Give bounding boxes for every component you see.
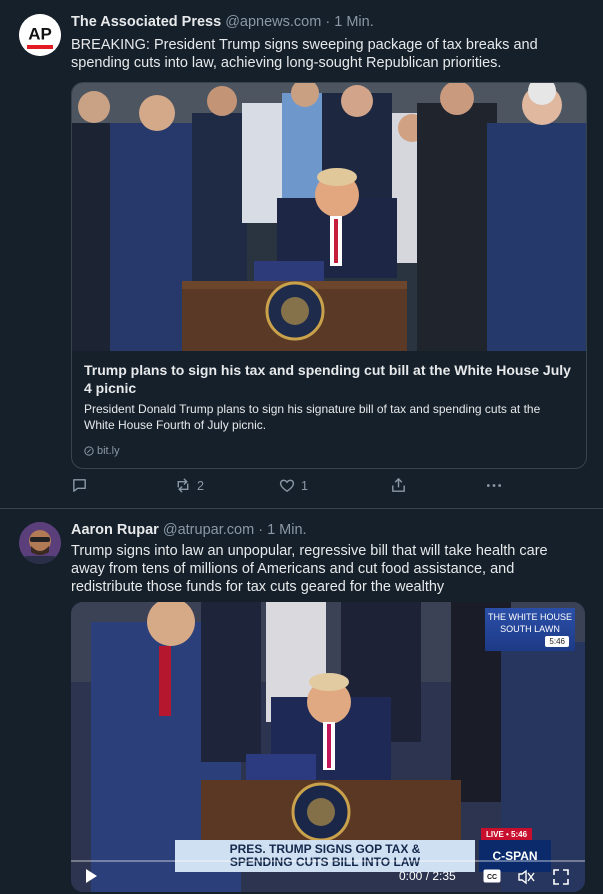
post-ap[interactable]: AP The Associated Press @apnews.com · 1 … (0, 0, 603, 509)
overlay-line-1: THE WHITE HOUSE (487, 612, 572, 622)
video-time: 0:00 / 2:35 (399, 869, 456, 883)
reply-button[interactable] (71, 477, 93, 494)
more-button[interactable] (485, 477, 503, 494)
separator: · (325, 14, 331, 30)
link-card[interactable]: Trump plans to sign his tax and spending… (71, 82, 587, 469)
share-icon (392, 477, 405, 492)
author-handle[interactable]: @atrupar.com (163, 522, 254, 538)
fullscreen-icon (553, 869, 569, 885)
like-count: 1 (301, 478, 308, 493)
overlay-clock: 5:46 (545, 636, 569, 647)
post-actions: 2 1 (71, 477, 511, 497)
captions-label: CC (487, 874, 497, 881)
ap-logo: AP (19, 14, 61, 56)
overlay-line-2: SOUTH LAWN (500, 624, 560, 634)
post-text: BREAKING: President Trump signs sweeping… (71, 37, 538, 71)
card-title[interactable]: Trump plans to sign his tax and spending… (84, 361, 574, 397)
avatar-photo (19, 522, 61, 564)
link-icon (84, 446, 94, 456)
captions-icon: CC (483, 869, 501, 883)
mute-button[interactable] (517, 869, 535, 890)
post-header: Aaron Rupar @atrupar.com · 1 Min. (71, 522, 307, 538)
reply-icon (73, 479, 86, 492)
like-button[interactable]: 1 (278, 477, 308, 494)
svg-text:AP: AP (28, 25, 52, 44)
play-button[interactable] (83, 868, 99, 889)
play-icon (86, 869, 97, 883)
video-player[interactable]: THE WHITE HOUSE SOUTH LAWN 5:46 LIVE • 5… (71, 602, 585, 892)
video-controls: 0:00 / 2:35 CC (71, 860, 585, 892)
avatar[interactable] (19, 522, 61, 564)
post-text: Trump signs into law an unpopular, regre… (71, 543, 548, 595)
author-handle[interactable]: @apnews.com (225, 14, 321, 30)
fullscreen-button[interactable] (553, 869, 569, 890)
card-domain[interactable]: bit.ly (84, 445, 120, 457)
post-header: The Associated Press @apnews.com · 1 Min… (71, 14, 374, 30)
repost-icon (177, 478, 189, 493)
progress-bar[interactable] (71, 860, 585, 862)
timestamp[interactable]: 1 Min. (267, 522, 307, 538)
author-name[interactable]: The Associated Press (71, 14, 221, 30)
card-photo (72, 83, 586, 351)
post-rupar[interactable]: Aaron Rupar @atrupar.com · 1 Min. Trump … (0, 509, 603, 894)
mute-icon (518, 869, 535, 885)
repost-button[interactable]: 2 (174, 477, 204, 494)
separator: · (258, 522, 264, 538)
more-icon (486, 484, 502, 487)
author-name[interactable]: Aaron Rupar (71, 522, 159, 538)
timestamp[interactable]: 1 Min. (334, 14, 374, 30)
live-label: LIVE (486, 830, 504, 839)
heart-icon (279, 479, 295, 493)
captions-button[interactable]: CC (483, 869, 501, 888)
card-domain-text: bit.ly (97, 445, 120, 457)
avatar[interactable]: AP (19, 14, 61, 56)
share-button[interactable] (390, 477, 407, 494)
live-time: 5:46 (511, 830, 528, 839)
repost-count: 2 (197, 478, 204, 493)
card-description: President Donald Trump plans to sign his… (84, 402, 541, 432)
